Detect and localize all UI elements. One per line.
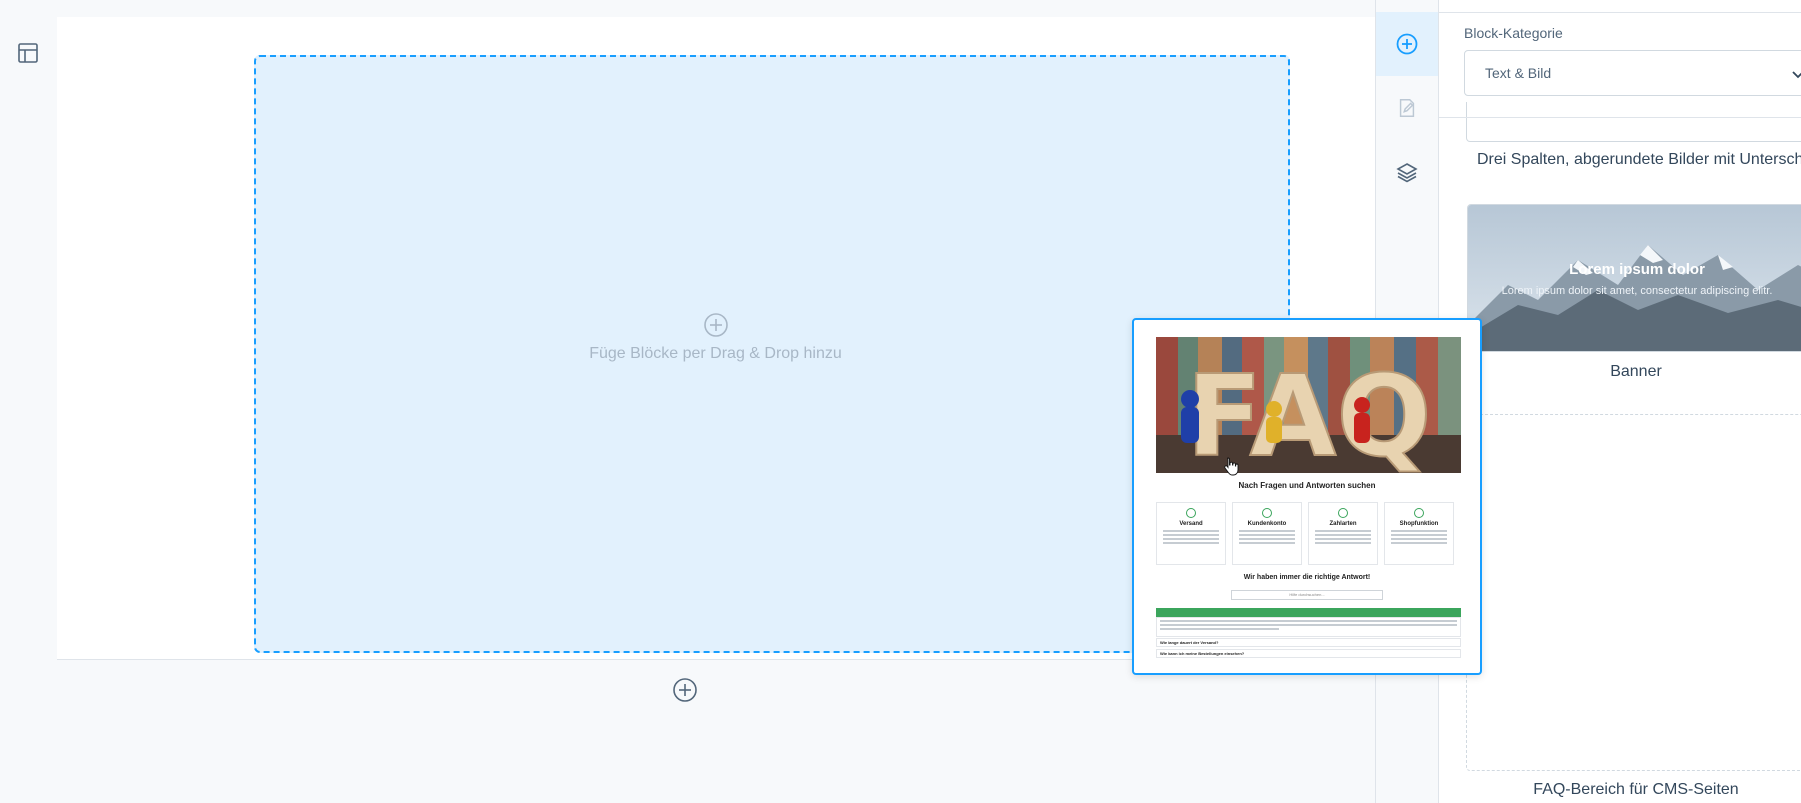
feature-title: Shopfunktion xyxy=(1399,521,1439,527)
category-value: Text & Bild xyxy=(1485,65,1552,81)
feature-icon xyxy=(1338,508,1348,518)
feature-title: Versand xyxy=(1179,521,1203,527)
banner-preview-title: Lorem ipsum dolor xyxy=(1569,261,1705,278)
faq-preview-heading: Nach Fragen und Antworten suchen xyxy=(1238,481,1376,490)
divider xyxy=(1439,12,1801,13)
faq-feature-card: Shopfunktion xyxy=(1384,502,1454,565)
svg-text:FAQ: FAQ xyxy=(1186,352,1432,473)
layers-icon xyxy=(1396,163,1418,183)
faq-feature-card: Kundenkonto xyxy=(1232,502,1302,565)
block-sidebar: Block-Kategorie Text & Bild Drei Spalten… xyxy=(1439,0,1801,803)
faq-feature-card: Versand xyxy=(1156,502,1226,565)
feature-icon xyxy=(1186,508,1196,518)
add-section-button[interactable] xyxy=(672,677,698,703)
category-select[interactable]: Text & Bild xyxy=(1464,50,1801,96)
dragged-block-preview[interactable]: FAQ Nach Fragen und Antworten suchen Ver… xyxy=(1132,318,1482,675)
top-bar xyxy=(0,0,1375,18)
left-rail xyxy=(0,17,58,659)
divider xyxy=(1439,117,1801,118)
edit-icon xyxy=(1399,99,1415,117)
plus-circle-icon xyxy=(1396,33,1418,55)
add-blocks-tab[interactable] xyxy=(1376,12,1438,76)
hand-cursor-icon xyxy=(1224,457,1239,476)
layers-tab[interactable] xyxy=(1376,140,1438,204)
faq-accordion-item: Wie lange dauert der Versand? xyxy=(1156,638,1461,647)
edit-tab[interactable] xyxy=(1376,76,1438,140)
faq-accordion-open-item xyxy=(1156,608,1461,617)
layout-icon[interactable] xyxy=(16,41,40,65)
block-preview-faq-placeholder[interactable] xyxy=(1466,414,1801,771)
block-preview-banner[interactable]: Lorem ipsum dolor Lorem ipsum dolor sit … xyxy=(1467,204,1801,352)
feature-title: Kundenkonto xyxy=(1247,521,1287,527)
faq-preview-search: Hilfe durchsuchen... xyxy=(1231,590,1383,600)
block-preview-three-columns[interactable] xyxy=(1466,102,1801,142)
feature-title: Zahlarten xyxy=(1329,521,1357,527)
feature-icon xyxy=(1414,508,1424,518)
category-label: Block-Kategorie xyxy=(1464,25,1563,41)
faq-letters-image: FAQ xyxy=(1156,337,1461,473)
chevron-down-icon xyxy=(1792,71,1801,79)
mountain-image xyxy=(1468,205,1801,351)
faq-preview-subheading: Wir haben immer die richtige Antwort! xyxy=(1243,574,1371,581)
banner-preview-subtitle: Lorem ipsum dolor sit amet, consectetur … xyxy=(1501,285,1773,297)
block-caption: Drei Spalten, abgerundete Bilder mit Unt… xyxy=(1477,151,1801,168)
faq-feature-card: Zahlarten xyxy=(1308,502,1378,565)
feature-icon xyxy=(1262,508,1272,518)
block-caption: FAQ-Bereich für CMS-Seiten xyxy=(1533,781,1739,798)
faq-accordion-body xyxy=(1156,617,1461,637)
faq-accordion-item: Wie kann ich meine Bestellungen einsehen… xyxy=(1156,649,1461,658)
block-caption: Banner xyxy=(1610,363,1662,380)
plus-circle-icon[interactable] xyxy=(703,312,729,338)
